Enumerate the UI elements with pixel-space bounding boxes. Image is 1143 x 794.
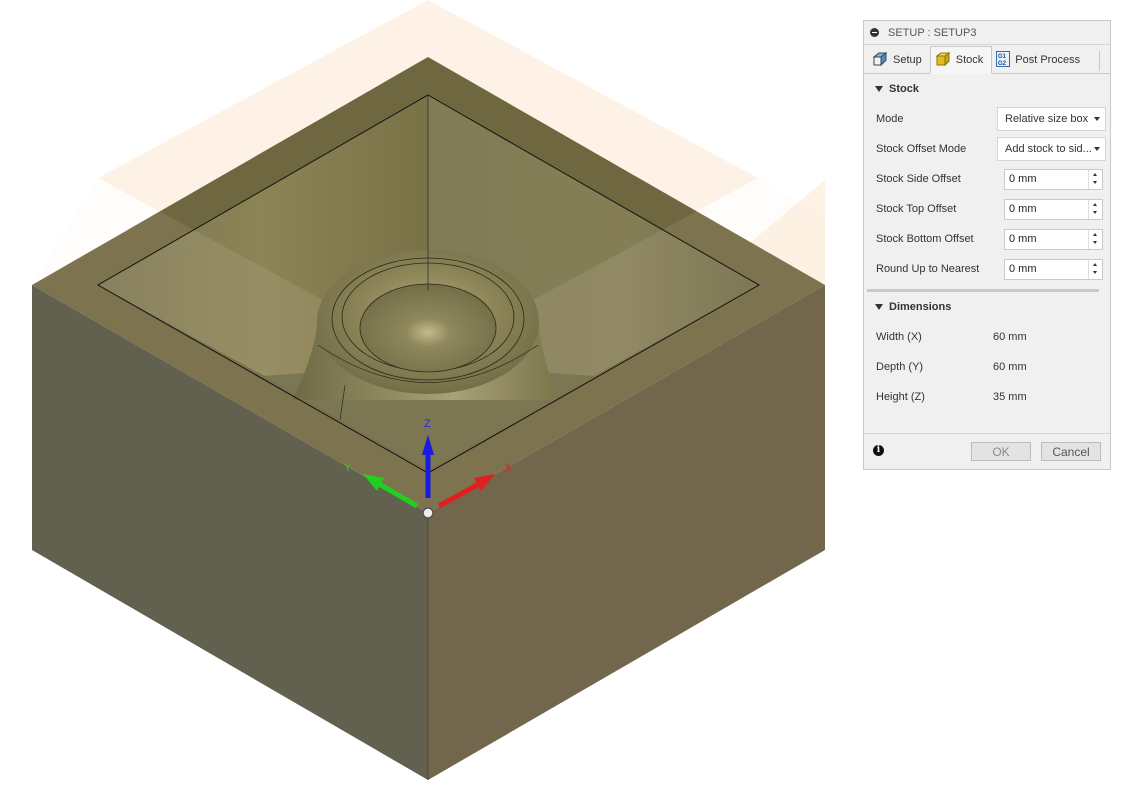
- top-offset-label: Stock Top Offset: [876, 203, 957, 215]
- dimensions-section: Dimensions Width (X) 60 mm Depth (Y) 60 …: [864, 292, 1110, 412]
- spin-down-button[interactable]: [1089, 179, 1102, 189]
- bottom-offset-label: Stock Bottom Offset: [876, 233, 974, 245]
- g1-g2-icon: G1 G2: [996, 50, 1011, 70]
- offset-mode-label: Stock Offset Mode: [876, 143, 967, 155]
- spin-up-button[interactable]: [1089, 260, 1102, 270]
- expand-triangle-icon: [875, 304, 883, 310]
- dialog-title: SETUP : SETUP3: [888, 26, 977, 39]
- spin-up-button[interactable]: [1089, 170, 1102, 180]
- depth-value: 60 mm: [993, 361, 1027, 373]
- top-offset-value[interactable]: 0 mm: [1009, 203, 1037, 215]
- tab-stock[interactable]: Stock: [929, 46, 993, 74]
- dimensions-section-header[interactable]: Dimensions: [872, 292, 1102, 322]
- round-up-value[interactable]: 0 mm: [1009, 263, 1037, 275]
- bottom-offset-value[interactable]: 0 mm: [1009, 233, 1037, 245]
- tab-post-process-label: Post Process: [1015, 54, 1081, 66]
- bottom-offset-input[interactable]: 0 mm: [1004, 228, 1103, 250]
- bottom-offset-row: Stock Bottom Offset 0 mm: [872, 224, 1103, 254]
- tab-stock-label: Stock: [955, 54, 984, 66]
- height-value: 35 mm: [993, 391, 1027, 403]
- spin-down-button[interactable]: [1089, 239, 1102, 249]
- offset-mode-row: Stock Offset Mode Add stock to sid...: [872, 134, 1106, 164]
- dimensions-section-title: Dimensions: [889, 301, 952, 313]
- side-offset-input[interactable]: 0 mm: [1004, 168, 1103, 190]
- cancel-button[interactable]: Cancel: [1041, 442, 1101, 461]
- tab-divider: [1099, 51, 1100, 71]
- setup-cube-icon: [872, 51, 888, 70]
- stock-section: Stock Mode Relative size box Stock Offse…: [864, 74, 1110, 284]
- width-value: 60 mm: [993, 331, 1027, 343]
- y-axis-label: Y: [344, 462, 352, 474]
- dialog-header[interactable]: SETUP : SETUP3: [864, 21, 1110, 45]
- boss-dish: [359, 283, 497, 373]
- setup-dialog: SETUP : SETUP3 Setup Stock G1 G2 Post Pro…: [863, 20, 1111, 470]
- spin-up-button[interactable]: [1089, 230, 1102, 240]
- model-canvas[interactable]: Z Y X: [0, 0, 860, 789]
- mode-row: Mode Relative size box: [872, 104, 1106, 134]
- tab-post-process[interactable]: G1 G2 Post Process: [992, 47, 1088, 73]
- svg-text:G1: G1: [998, 54, 1007, 60]
- spin-down-button[interactable]: [1089, 269, 1102, 279]
- mode-select[interactable]: Relative size box: [997, 107, 1106, 131]
- x-axis-label: X: [504, 462, 512, 474]
- offset-mode-select[interactable]: Add stock to sid...: [997, 137, 1106, 161]
- dropdown-arrow-icon: [1094, 147, 1100, 151]
- side-offset-label: Stock Side Offset: [876, 173, 961, 185]
- round-up-input[interactable]: 0 mm: [1004, 258, 1103, 280]
- mode-label: Mode: [876, 113, 904, 125]
- tab-bar: Setup Stock G1 G2 Post Process: [864, 45, 1110, 74]
- info-icon[interactable]: i: [873, 445, 884, 456]
- height-label: Height (Z): [876, 391, 925, 403]
- width-label: Width (X): [876, 331, 922, 343]
- 3d-viewport[interactable]: Z Y X: [0, 0, 860, 789]
- stock-section-header[interactable]: Stock: [872, 74, 1102, 104]
- offset-mode-value: Add stock to sid...: [1005, 143, 1092, 155]
- round-up-row: Round Up to Nearest 0 mm: [872, 254, 1103, 284]
- origin-point[interactable]: [422, 507, 434, 519]
- tab-setup[interactable]: Setup: [868, 47, 930, 73]
- height-row: Height (Z) 35 mm: [872, 382, 1102, 412]
- dialog-footer: i OK Cancel: [864, 433, 1110, 469]
- svg-text:G2: G2: [998, 61, 1007, 67]
- width-row: Width (X) 60 mm: [872, 322, 1102, 352]
- tab-setup-label: Setup: [893, 54, 922, 66]
- side-offset-row: Stock Side Offset 0 mm: [872, 164, 1103, 194]
- z-axis-label: Z: [424, 418, 431, 430]
- dropdown-arrow-icon: [1094, 117, 1100, 121]
- collapse-icon[interactable]: [870, 28, 879, 37]
- depth-label: Depth (Y): [876, 361, 924, 373]
- stock-cube-icon: [935, 51, 951, 70]
- top-offset-row: Stock Top Offset 0 mm: [872, 194, 1103, 224]
- ok-button[interactable]: OK: [971, 442, 1031, 461]
- expand-triangle-icon: [875, 86, 883, 92]
- top-offset-input[interactable]: 0 mm: [1004, 198, 1103, 220]
- round-up-label: Round Up to Nearest: [876, 263, 980, 275]
- stock-section-title: Stock: [889, 83, 919, 95]
- depth-row: Depth (Y) 60 mm: [872, 352, 1102, 382]
- spin-down-button[interactable]: [1089, 209, 1102, 219]
- mode-value: Relative size box: [1005, 113, 1089, 125]
- side-offset-value[interactable]: 0 mm: [1009, 173, 1037, 185]
- spin-up-button[interactable]: [1089, 200, 1102, 210]
